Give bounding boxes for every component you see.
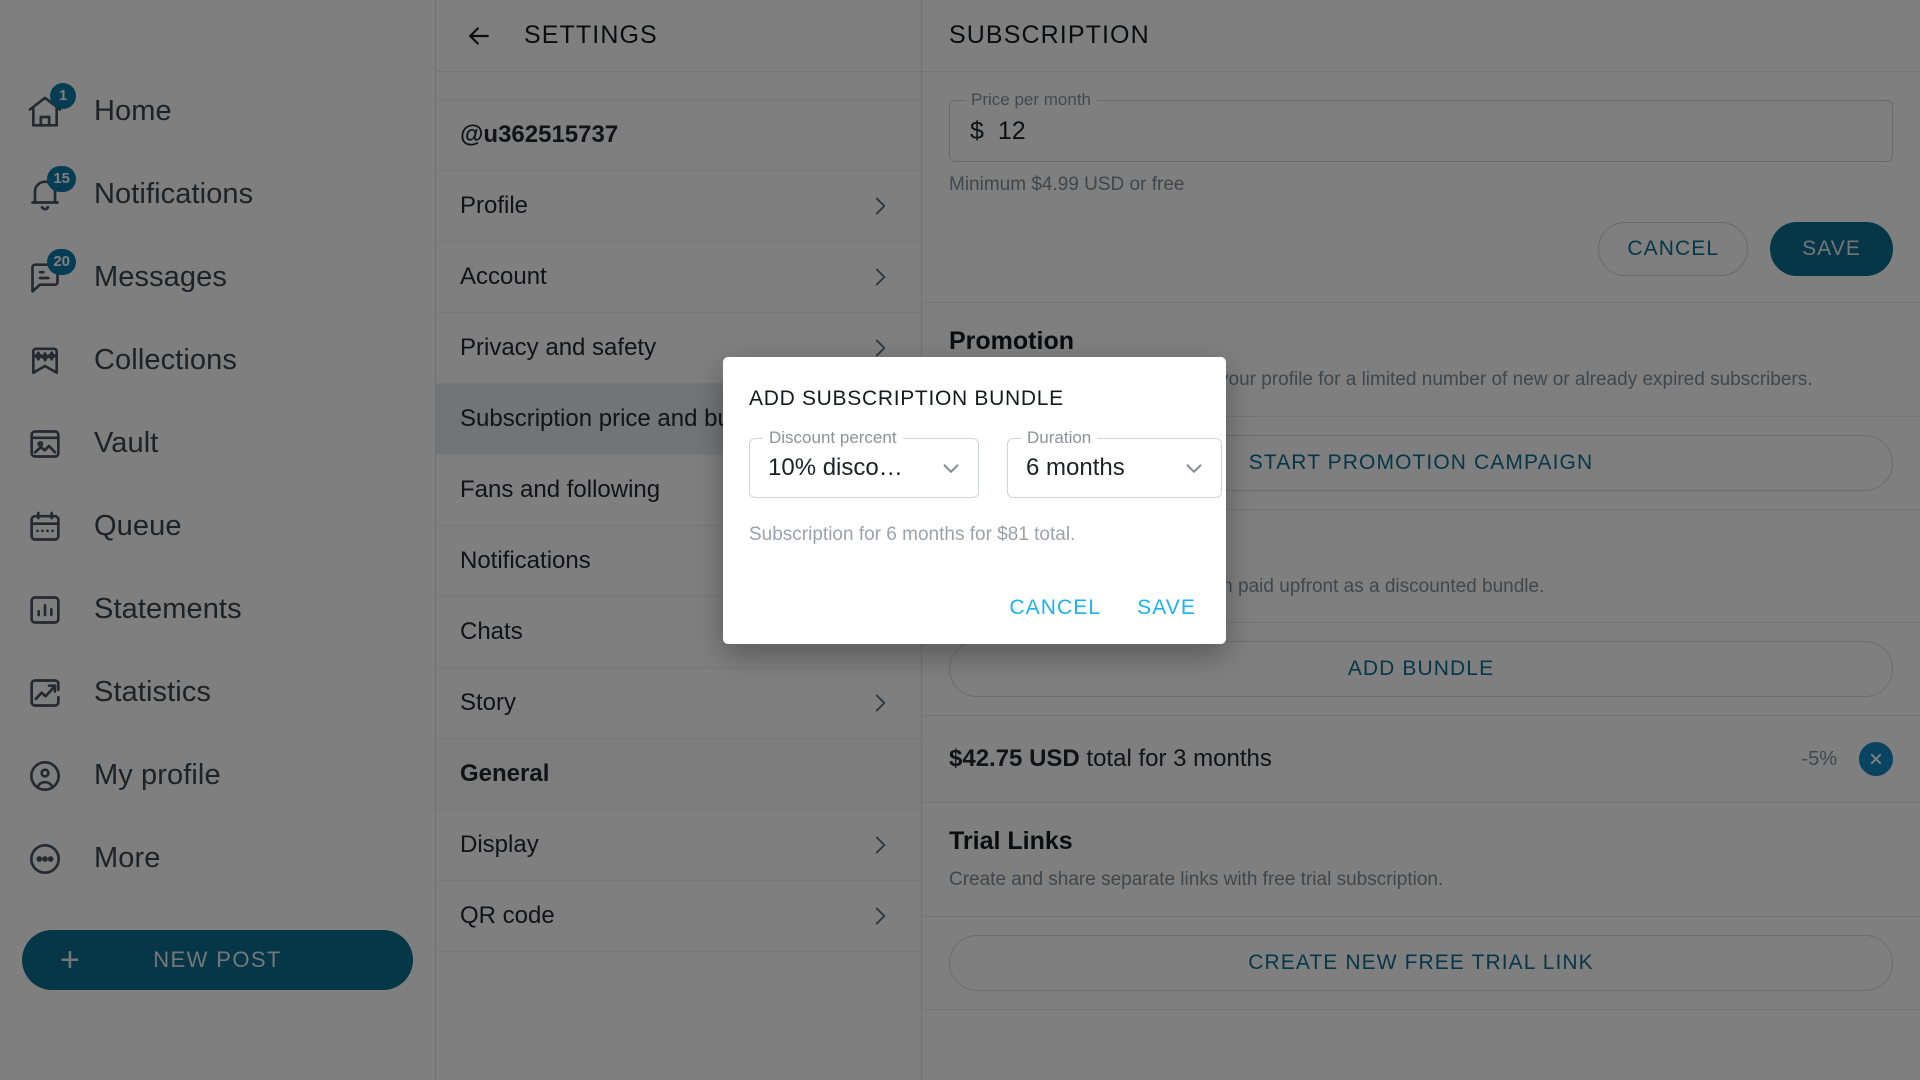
dialog-cancel-button[interactable]: CANCEL — [1005, 590, 1105, 626]
add-subscription-bundle-dialog: ADD SUBSCRIPTION BUNDLE Discount percent… — [723, 357, 1226, 644]
dialog-title: ADD SUBSCRIPTION BUNDLE — [749, 387, 1064, 410]
duration-select[interactable]: Duration 6 months — [1007, 428, 1222, 498]
chevron-down-icon — [1181, 455, 1207, 481]
discount-percent-legend: Discount percent — [763, 428, 903, 448]
chevron-down-icon — [938, 455, 964, 481]
dialog-fields: Discount percent 10% disco… Duration 6 m… — [749, 428, 1222, 498]
dialog-summary-note: Subscription for 6 months for $81 total. — [749, 524, 1076, 545]
discount-percent-select[interactable]: Discount percent 10% disco… — [749, 428, 979, 498]
duration-value: 6 months — [1026, 454, 1125, 481]
dialog-actions: CANCEL SAVE — [749, 590, 1200, 626]
duration-legend: Duration — [1021, 428, 1098, 448]
app-root: 1 Home 15 Notifications 20 Messages Coll… — [0, 0, 1920, 1080]
discount-percent-value: 10% disco… — [768, 454, 903, 481]
dialog-save-button[interactable]: SAVE — [1133, 590, 1200, 626]
